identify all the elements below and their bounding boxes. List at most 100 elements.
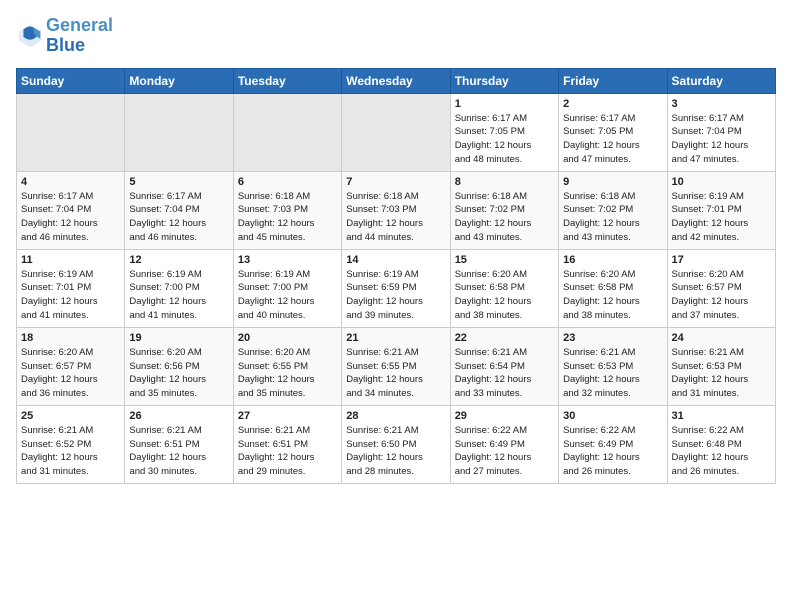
calendar-cell xyxy=(233,93,341,171)
day-info: Sunrise: 6:19 AM Sunset: 7:00 PM Dayligh… xyxy=(238,268,337,323)
logo-text: GeneralBlue xyxy=(46,16,113,56)
page-container: GeneralBlue SundayMondayTuesdayWednesday… xyxy=(0,0,792,494)
calendar-cell: 13 Sunrise: 6:19 AM Sunset: 7:00 PM Dayli… xyxy=(233,249,341,327)
day-info: Sunrise: 6:18 AM Sunset: 7:02 PM Dayligh… xyxy=(455,190,554,245)
calendar-cell: 22 Sunrise: 6:21 AM Sunset: 6:54 PM Dayli… xyxy=(450,327,558,405)
calendar-cell: 19 Sunrise: 6:20 AM Sunset: 6:56 PM Dayli… xyxy=(125,327,233,405)
day-number: 5 xyxy=(129,176,228,188)
day-info: Sunrise: 6:19 AM Sunset: 7:01 PM Dayligh… xyxy=(672,190,771,245)
calendar-cell: 26 Sunrise: 6:21 AM Sunset: 6:51 PM Dayli… xyxy=(125,405,233,483)
day-number: 22 xyxy=(455,332,554,344)
day-info: Sunrise: 6:21 AM Sunset: 6:51 PM Dayligh… xyxy=(238,424,337,479)
day-number: 23 xyxy=(563,332,662,344)
calendar-cell: 20 Sunrise: 6:20 AM Sunset: 6:55 PM Dayli… xyxy=(233,327,341,405)
day-number: 20 xyxy=(238,332,337,344)
day-info: Sunrise: 6:21 AM Sunset: 6:50 PM Dayligh… xyxy=(346,424,445,479)
day-info: Sunrise: 6:20 AM Sunset: 6:55 PM Dayligh… xyxy=(238,346,337,401)
calendar-cell: 21Sunrise: 6:21 AM Sunset: 6:55 PM Dayli… xyxy=(342,327,450,405)
day-number: 12 xyxy=(129,254,228,266)
calendar-cell: 6 Sunrise: 6:18 AM Sunset: 7:03 PM Daylig… xyxy=(233,171,341,249)
calendar-cell: 2 Sunrise: 6:17 AM Sunset: 7:05 PM Daylig… xyxy=(559,93,667,171)
day-info: Sunrise: 6:20 AM Sunset: 6:58 PM Dayligh… xyxy=(455,268,554,323)
day-number: 7 xyxy=(346,176,445,188)
day-number: 27 xyxy=(238,410,337,422)
day-info: Sunrise: 6:22 AM Sunset: 6:49 PM Dayligh… xyxy=(455,424,554,479)
day-number: 11 xyxy=(21,254,120,266)
day-number: 4 xyxy=(21,176,120,188)
day-number: 21 xyxy=(346,332,445,344)
calendar-cell: 27 Sunrise: 6:21 AM Sunset: 6:51 PM Dayli… xyxy=(233,405,341,483)
calendar-cell: 23 Sunrise: 6:21 AM Sunset: 6:53 PM Dayli… xyxy=(559,327,667,405)
day-number: 8 xyxy=(455,176,554,188)
calendar-cell xyxy=(125,93,233,171)
calendar-cell: 24Sunrise: 6:21 AM Sunset: 6:53 PM Dayli… xyxy=(667,327,775,405)
calendar-cell: 8 Sunrise: 6:18 AM Sunset: 7:02 PM Daylig… xyxy=(450,171,558,249)
day-number: 17 xyxy=(672,254,771,266)
day-number: 29 xyxy=(455,410,554,422)
day-info: Sunrise: 6:21 AM Sunset: 6:52 PM Dayligh… xyxy=(21,424,120,479)
day-number: 31 xyxy=(672,410,771,422)
day-info: Sunrise: 6:22 AM Sunset: 6:48 PM Dayligh… xyxy=(672,424,771,479)
calendar-cell: 17 Sunrise: 6:20 AM Sunset: 6:57 PM Dayli… xyxy=(667,249,775,327)
day-number: 25 xyxy=(21,410,120,422)
day-number: 18 xyxy=(21,332,120,344)
day-info: Sunrise: 6:19 AM Sunset: 7:01 PM Dayligh… xyxy=(21,268,120,323)
header: GeneralBlue xyxy=(16,16,776,56)
day-number: 10 xyxy=(672,176,771,188)
calendar-cell: 30Sunrise: 6:22 AM Sunset: 6:49 PM Dayli… xyxy=(559,405,667,483)
day-info: Sunrise: 6:20 AM Sunset: 6:56 PM Dayligh… xyxy=(129,346,228,401)
day-number: 24 xyxy=(672,332,771,344)
day-number: 28 xyxy=(346,410,445,422)
day-info: Sunrise: 6:22 AM Sunset: 6:49 PM Dayligh… xyxy=(563,424,662,479)
day-number: 9 xyxy=(563,176,662,188)
calendar-cell: 29 Sunrise: 6:22 AM Sunset: 6:49 PM Dayli… xyxy=(450,405,558,483)
calendar-cell xyxy=(342,93,450,171)
weekday-header-row: SundayMondayTuesdayWednesdayThursdayFrid… xyxy=(17,68,776,93)
day-info: Sunrise: 6:21 AM Sunset: 6:54 PM Dayligh… xyxy=(455,346,554,401)
calendar-cell: 11 Sunrise: 6:19 AM Sunset: 7:01 PM Dayli… xyxy=(17,249,125,327)
calendar-table: SundayMondayTuesdayWednesdayThursdayFrid… xyxy=(16,68,776,484)
day-info: Sunrise: 6:18 AM Sunset: 7:02 PM Dayligh… xyxy=(563,190,662,245)
calendar-cell: 14 Sunrise: 6:19 AM Sunset: 6:59 PM Dayli… xyxy=(342,249,450,327)
day-info: Sunrise: 6:21 AM Sunset: 6:51 PM Dayligh… xyxy=(129,424,228,479)
day-info: Sunrise: 6:20 AM Sunset: 6:57 PM Dayligh… xyxy=(21,346,120,401)
day-info: Sunrise: 6:19 AM Sunset: 6:59 PM Dayligh… xyxy=(346,268,445,323)
day-number: 3 xyxy=(672,98,771,110)
calendar-week-1: 1 Sunrise: 6:17 AM Sunset: 7:05 PM Daylig… xyxy=(17,93,776,171)
calendar-cell: 15Sunrise: 6:20 AM Sunset: 6:58 PM Dayli… xyxy=(450,249,558,327)
day-number: 26 xyxy=(129,410,228,422)
day-number: 1 xyxy=(455,98,554,110)
weekday-wednesday: Wednesday xyxy=(342,68,450,93)
calendar-cell xyxy=(17,93,125,171)
calendar-week-5: 25 Sunrise: 6:21 AM Sunset: 6:52 PM Dayli… xyxy=(17,405,776,483)
day-number: 13 xyxy=(238,254,337,266)
calendar-cell: 10 Sunrise: 6:19 AM Sunset: 7:01 PM Dayli… xyxy=(667,171,775,249)
weekday-sunday: Sunday xyxy=(17,68,125,93)
calendar-cell: 12 Sunrise: 6:19 AM Sunset: 7:00 PM Dayli… xyxy=(125,249,233,327)
day-info: Sunrise: 6:17 AM Sunset: 7:05 PM Dayligh… xyxy=(455,112,554,167)
weekday-tuesday: Tuesday xyxy=(233,68,341,93)
day-info: Sunrise: 6:17 AM Sunset: 7:05 PM Dayligh… xyxy=(563,112,662,167)
calendar-cell: 16Sunrise: 6:20 AM Sunset: 6:58 PM Dayli… xyxy=(559,249,667,327)
calendar-cell: 31 Sunrise: 6:22 AM Sunset: 6:48 PM Dayli… xyxy=(667,405,775,483)
day-number: 14 xyxy=(346,254,445,266)
day-info: Sunrise: 6:20 AM Sunset: 6:57 PM Dayligh… xyxy=(672,268,771,323)
calendar-week-2: 4 Sunrise: 6:17 AM Sunset: 7:04 PM Daylig… xyxy=(17,171,776,249)
day-number: 16 xyxy=(563,254,662,266)
calendar-cell: 18 Sunrise: 6:20 AM Sunset: 6:57 PM Dayli… xyxy=(17,327,125,405)
day-info: Sunrise: 6:17 AM Sunset: 7:04 PM Dayligh… xyxy=(21,190,120,245)
calendar-cell: 1 Sunrise: 6:17 AM Sunset: 7:05 PM Daylig… xyxy=(450,93,558,171)
calendar-cell: 3Sunrise: 6:17 AM Sunset: 7:04 PM Daylig… xyxy=(667,93,775,171)
calendar-cell: 7 Sunrise: 6:18 AM Sunset: 7:03 PM Daylig… xyxy=(342,171,450,249)
day-info: Sunrise: 6:21 AM Sunset: 6:53 PM Dayligh… xyxy=(563,346,662,401)
logo: GeneralBlue xyxy=(16,16,113,56)
calendar-week-4: 18 Sunrise: 6:20 AM Sunset: 6:57 PM Dayli… xyxy=(17,327,776,405)
day-number: 6 xyxy=(238,176,337,188)
day-info: Sunrise: 6:18 AM Sunset: 7:03 PM Dayligh… xyxy=(346,190,445,245)
day-info: Sunrise: 6:19 AM Sunset: 7:00 PM Dayligh… xyxy=(129,268,228,323)
day-number: 19 xyxy=(129,332,228,344)
day-info: Sunrise: 6:18 AM Sunset: 7:03 PM Dayligh… xyxy=(238,190,337,245)
weekday-monday: Monday xyxy=(125,68,233,93)
day-number: 2 xyxy=(563,98,662,110)
weekday-thursday: Thursday xyxy=(450,68,558,93)
